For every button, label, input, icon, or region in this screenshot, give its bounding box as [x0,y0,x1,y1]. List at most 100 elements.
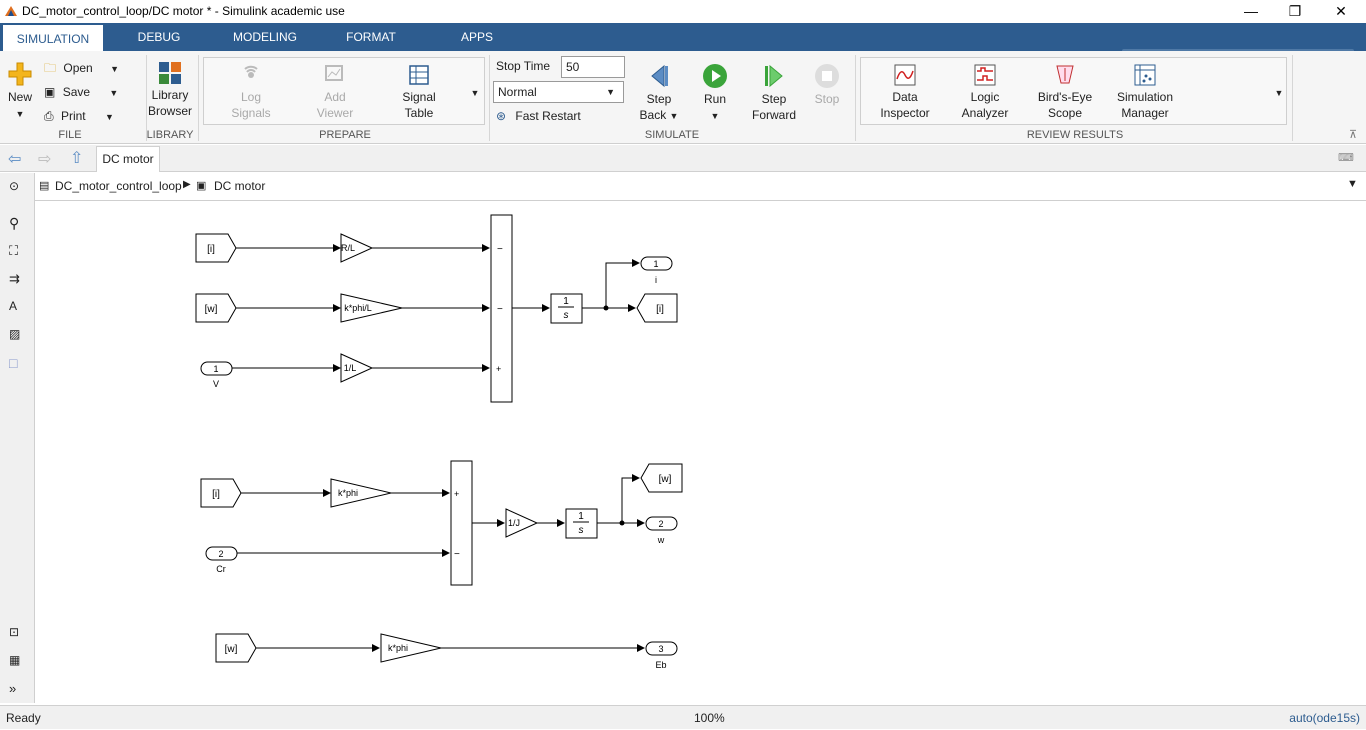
route-lines-icon[interactable]: ⇉ [9,271,27,289]
zoom-level[interactable]: 100% [694,706,725,730]
svg-text:−: − [497,244,503,255]
keyboard-icon[interactable]: ⌨ [1338,151,1354,164]
status-text: Ready [6,711,41,725]
gain-r-over-l[interactable]: R/L [340,233,374,263]
log-signals-button[interactable]: Log Signals [228,63,274,121]
library-browser-button[interactable]: Library Browser [148,61,192,119]
open-button[interactable]: 🗀 Open ▼ [44,59,119,77]
zoom-icon[interactable]: ⚲ [9,215,27,233]
stop-time-input[interactable]: 50 [561,56,625,78]
gain-kphi-emf[interactable]: k*phi [380,633,442,663]
forward-arrow-icon[interactable]: ⇨ [38,149,51,169]
simulation-manager-icon [1134,64,1156,86]
logic-analyzer-button[interactable]: Logic Analyzer [953,63,1017,121]
minimize-button[interactable]: — [1228,0,1274,23]
up-arrow-icon[interactable]: ⇧ [70,148,83,168]
gain-kphi-torque[interactable]: k*phi [330,478,392,508]
svg-text:R/L: R/L [341,243,355,253]
print-button[interactable]: ⎙ Print ▼ [44,107,114,125]
run-play-icon [703,64,727,88]
breadcrumb-root[interactable]: DC_motor_control_loop [55,179,182,193]
fast-restart-icon: ⊛ [496,109,507,123]
viewer-icon [325,65,343,81]
solver-link[interactable]: auto(ode15s) [1289,706,1360,730]
svg-text:+: + [496,364,501,374]
outport-w[interactable]: 2 w [645,516,678,545]
integrator-current[interactable]: 1 s [550,293,583,324]
navigation-bar: ⇦ ⇨ ⇧ DC motor ⌨ [0,145,1366,172]
svg-text:k*phi: k*phi [388,643,408,653]
explorer-bar-icon[interactable]: ▦ [9,653,27,671]
tab-modeling[interactable]: MODELING [222,23,308,51]
svg-text:s: s [564,310,569,321]
svg-text:Eb: Eb [655,660,666,670]
svg-text:k*phi/L: k*phi/L [344,303,372,313]
ribbon: New ▼ 🗀 Open ▼ ▣ Save ▼ ⎙ Print ▼ FILE Li… [0,51,1366,144]
window-title: DC_motor_control_loop/DC motor * - Simul… [22,4,345,18]
step-forward-button[interactable]: Step Forward [748,63,800,123]
gain-1-over-l[interactable]: 1/L [340,353,374,383]
gain-kphi-over-l[interactable]: k*phi/L [340,293,403,323]
fit-to-view-icon[interactable]: ⛶ [9,243,27,261]
data-inspector-button[interactable]: Data Inspector [873,63,937,121]
signal-table-button[interactable]: Signal Table [396,63,442,121]
step-back-button[interactable]: Step Back ▼ [638,63,680,124]
add-viewer-button[interactable]: Add Viewer [312,63,358,121]
svg-text:1: 1 [213,364,218,374]
new-button[interactable]: New ▼ [4,61,36,122]
sum-block-mechanical[interactable]: + − [450,460,473,586]
integrator-speed[interactable]: 1 s [565,508,598,539]
outport-eb[interactable]: 3 Eb [645,641,678,670]
svg-text:1/J: 1/J [508,518,520,528]
breadcrumb-child[interactable]: DC motor [214,179,265,193]
screenshot-icon[interactable]: ⊡ [9,625,27,643]
birds-eye-scope-icon [1056,65,1074,84]
chevron-down-icon: ▼ [104,112,114,122]
tab-simulation[interactable]: SIMULATION [3,23,103,51]
from-block-i-mech[interactable]: [i] [200,478,242,508]
from-block-w-emf[interactable]: [w] [215,633,257,663]
gallery-expand-icon[interactable]: ▼ [468,85,482,101]
block-diagram[interactable]: [i] [w] 1 V R/L k*phi/L 1/L − − + 1 s 1 … [35,201,1366,703]
document-tab-dc-motor[interactable]: DC motor [96,146,160,172]
close-button[interactable]: ✕ [1318,0,1364,23]
svg-text:s: s [579,525,584,536]
stop-button[interactable]: Stop [810,63,844,107]
run-button[interactable]: Run ▼ [696,63,734,124]
birds-eye-scope-button[interactable]: Bird's-Eye Scope [1033,63,1097,121]
tab-apps[interactable]: APPS [452,23,502,51]
from-block-w[interactable]: [w] [195,293,237,323]
area-icon[interactable]: □ [9,355,27,373]
save-button[interactable]: ▣ Save ▼ [44,83,118,101]
fast-restart-toggle[interactable]: ⊛ Fast Restart [496,107,581,125]
sum-block-electrical[interactable]: − − + [490,214,513,403]
back-arrow-icon[interactable]: ⇦ [8,149,21,169]
goto-block-i[interactable]: [i] [636,293,678,323]
tab-debug[interactable]: DEBUG [120,23,198,51]
gain-1-over-j[interactable]: 1/J [505,508,539,538]
outport-i[interactable]: 1 i [640,256,673,285]
hide-show-browser-icon[interactable]: ⊙ [9,179,27,197]
gallery-expand-icon[interactable]: ▼ [1272,85,1286,101]
image-icon[interactable]: ▨ [9,327,27,345]
subsystem-icon: ▣ [196,180,207,192]
status-bar: Ready 100% auto(ode15s) [0,705,1366,729]
diagram-canvas[interactable]: [i] [w] 1 V R/L k*phi/L 1/L − − + 1 s 1 … [35,201,1366,703]
breadcrumb: ▤ DC_motor_control_loop ▶ ▣ DC motor ▼ [35,173,1366,201]
branch-point [603,305,609,311]
branch-point [619,520,625,526]
chevron-down-icon[interactable]: ▼ [1347,178,1358,190]
simulation-manager-button[interactable]: Simulation Manager [1113,63,1177,121]
simulation-mode-select[interactable]: Normal ▼ [493,81,624,103]
from-block-i[interactable]: [i] [195,233,237,263]
inport-cr[interactable]: 2 Cr [205,546,238,574]
collapse-ribbon-icon[interactable]: ⊼ [1346,127,1360,143]
new-plus-icon [8,62,32,86]
inport-v[interactable]: 1 V [200,361,233,389]
tab-format[interactable]: FORMAT [336,23,406,51]
annotation-icon[interactable]: A [9,299,27,317]
goto-block-w[interactable]: [w] [640,463,683,493]
stop-icon [815,64,839,88]
restore-button[interactable]: ❐ [1272,0,1318,23]
expand-palette-icon[interactable]: » [9,681,27,699]
